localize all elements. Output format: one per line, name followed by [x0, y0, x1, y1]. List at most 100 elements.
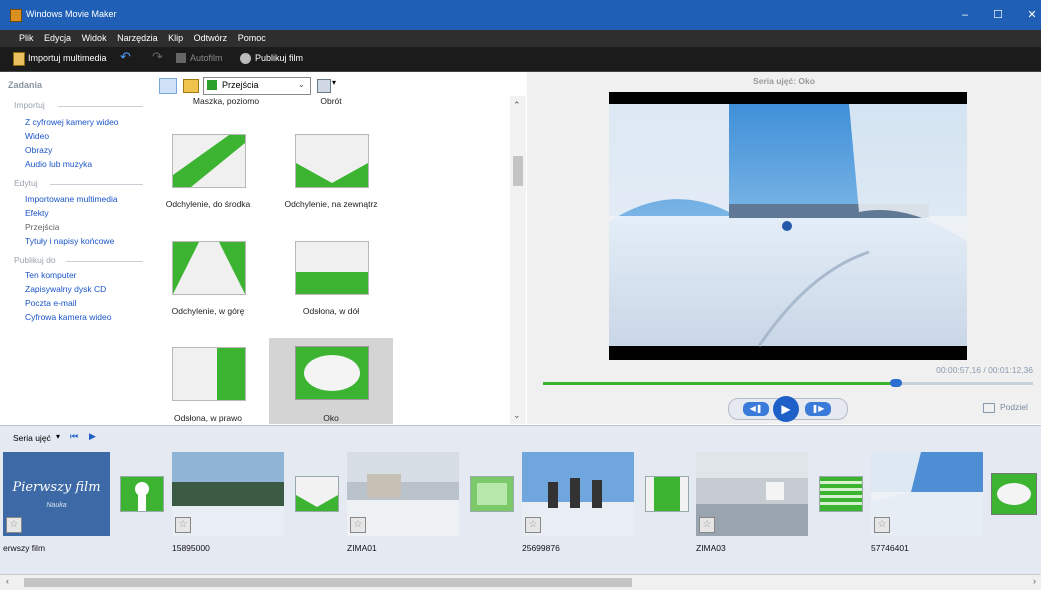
section-divider	[50, 184, 143, 185]
link-recordable-cd[interactable]: Zapisywalny dysk CD	[25, 284, 106, 294]
storyboard-dropdown-icon[interactable]: ▾	[56, 432, 60, 441]
scroll-down-icon[interactable]: ⌄	[513, 410, 521, 421]
storyboard-clip[interactable]: Pierwszy film Nauka ☆	[3, 452, 110, 536]
publish-movie-button[interactable]: Publikuj film	[255, 53, 303, 63]
star-icon[interactable]: ☆	[350, 517, 366, 533]
star-icon[interactable]: ☆	[6, 517, 22, 533]
tasks-header: Zadania	[8, 80, 43, 90]
view-options-icon[interactable]	[317, 79, 331, 93]
autofilm-button[interactable]: Autofilm	[190, 53, 223, 63]
transition-icon	[207, 80, 217, 90]
transition-thumbnail	[172, 347, 246, 401]
transition-label: Odchylenie, na zewnątrz	[284, 199, 378, 209]
seek-bar[interactable]	[543, 379, 1033, 387]
storyboard-scrollbar[interactable]: ‹ ›	[0, 574, 1041, 590]
eye-transition-graphic	[997, 483, 1031, 505]
link-this-computer[interactable]: Ten komputer	[25, 270, 77, 280]
close-button[interactable]: ✕	[1022, 6, 1041, 24]
undo-icon[interactable]: ↶	[120, 49, 131, 65]
clip-label: 15895000	[172, 543, 210, 553]
title-clip-subtitle: Nauka	[46, 502, 67, 509]
view-options-dropdown-icon[interactable]: ▾	[332, 78, 336, 87]
section-import-title: Importuj	[14, 100, 45, 110]
star-icon[interactable]: ☆	[525, 517, 541, 533]
toolbar: Importuj multimedia ↶ ↷ Autofilm Publiku…	[0, 47, 1041, 72]
menu-narzedzia[interactable]: Narzędzia	[117, 33, 158, 43]
menu-odtworz[interactable]: Odtwórz	[194, 33, 228, 43]
skew-out-graphic	[296, 495, 338, 511]
menu-klip[interactable]: Klip	[168, 33, 183, 43]
split-button[interactable]: Podziel	[1000, 402, 1028, 412]
transition-label: Oko	[323, 413, 339, 423]
play-storyboard-icon[interactable]: ▶	[89, 431, 96, 442]
chevron-down-icon: ⌄	[298, 80, 305, 89]
menu-plik[interactable]: Plik	[19, 33, 34, 43]
import-icon	[13, 52, 25, 66]
collection-scrollbar[interactable]: ⌃ ⌄	[510, 96, 526, 424]
previous-frame-button[interactable]: ◀❚	[743, 402, 769, 416]
storyboard-clip[interactable]: ☆	[347, 452, 459, 536]
play-button[interactable]: ▶	[773, 396, 799, 422]
storyboard-transition[interactable]	[991, 473, 1037, 515]
maximize-button[interactable]: ☐	[988, 6, 1008, 24]
tasks-pane-toggle-icon[interactable]	[159, 78, 177, 94]
menu-widok[interactable]: Widok	[82, 33, 107, 43]
storyboard-transition[interactable]	[645, 476, 689, 512]
import-media-button[interactable]: Importuj multimedia	[28, 53, 107, 63]
keyhole-transition-graphic	[135, 482, 149, 511]
transitions-collection: Maszka, poziomo Obrót Odchylenie, do śro…	[154, 96, 511, 424]
star-icon[interactable]: ☆	[874, 517, 890, 533]
collection-dropdown-value: Przejścia	[222, 80, 259, 90]
scrollbar-thumb[interactable]	[513, 156, 523, 186]
scroll-up-icon[interactable]: ⌃	[513, 100, 521, 111]
scroll-left-icon[interactable]: ‹	[6, 576, 9, 586]
star-icon[interactable]: ☆	[699, 517, 715, 533]
scrollbar-thumb[interactable]	[24, 578, 632, 587]
redo-icon[interactable]: ↷	[152, 49, 163, 65]
storyboard-clip[interactable]: ☆	[871, 452, 983, 536]
transition-label: Odchylenie, do środka	[165, 199, 251, 209]
next-frame-button[interactable]: ❚▶	[805, 402, 831, 416]
transition-thumbnail	[295, 346, 369, 400]
autofilm-icon	[176, 53, 186, 63]
storyboard-transition[interactable]	[470, 476, 514, 512]
link-titles-credits[interactable]: Tytuły i napisy końcowe	[25, 236, 114, 246]
skew-out-graphic	[296, 163, 368, 187]
preview-title: Seria ujęć: Oko	[753, 76, 815, 86]
collection-dropdown[interactable]: Przejścia ⌄	[203, 77, 311, 95]
link-images[interactable]: Obrazy	[25, 145, 52, 155]
storyboard-label[interactable]: Seria ujęć	[13, 433, 51, 443]
link-imported-media[interactable]: Importowane multimedia	[25, 194, 118, 204]
link-effects[interactable]: Efekty	[25, 208, 49, 218]
minimize-button[interactable]: –	[955, 6, 975, 24]
link-dv-camera[interactable]: Cyfrowa kamera wideo	[25, 312, 111, 322]
link-email[interactable]: Poczta e-mail	[25, 298, 77, 308]
link-transitions[interactable]: Przejścia	[25, 222, 59, 232]
star-icon[interactable]: ☆	[175, 517, 191, 533]
link-audio-music[interactable]: Audio lub muzyka	[25, 159, 92, 169]
transition-thumbnail	[172, 134, 246, 188]
menu-edycja[interactable]: Edycja	[44, 33, 71, 43]
storyboard-transition[interactable]	[295, 476, 339, 512]
scroll-right-icon[interactable]: ›	[1033, 576, 1036, 586]
storyboard-clip[interactable]: ☆	[522, 452, 634, 536]
collections-folder-icon[interactable]	[183, 79, 199, 93]
reveal-right-graphic	[654, 477, 680, 511]
transition-label: Odsłona, w dół	[302, 306, 360, 316]
menu-pomoc[interactable]: Pomoc	[238, 33, 266, 43]
link-video[interactable]: Wideo	[25, 131, 49, 141]
storyboard-clip[interactable]: ☆	[696, 452, 808, 536]
title-clip-title: Pierwszy film	[12, 480, 101, 495]
clip-label: erwszy film	[3, 543, 46, 553]
rewind-icon[interactable]: ⏮	[70, 431, 78, 442]
seek-bar-thumb[interactable]	[889, 379, 902, 387]
tasks-pane: Zadania Importuj Z cyfrowej kamery wideo…	[4, 74, 154, 424]
storyboard-clip[interactable]: ☆	[172, 452, 284, 536]
link-digital-camera[interactable]: Z cyfrowej kamery wideo	[25, 117, 119, 127]
selected-transition-highlight[interactable]: Oko	[269, 338, 393, 424]
movie-maker-app-icon	[10, 9, 22, 22]
storyboard-transition[interactable]	[819, 476, 863, 512]
storyboard-transition[interactable]	[120, 476, 164, 512]
transition-label: Odsłona, w prawo	[173, 413, 243, 423]
winter-scene-frame	[609, 104, 967, 347]
